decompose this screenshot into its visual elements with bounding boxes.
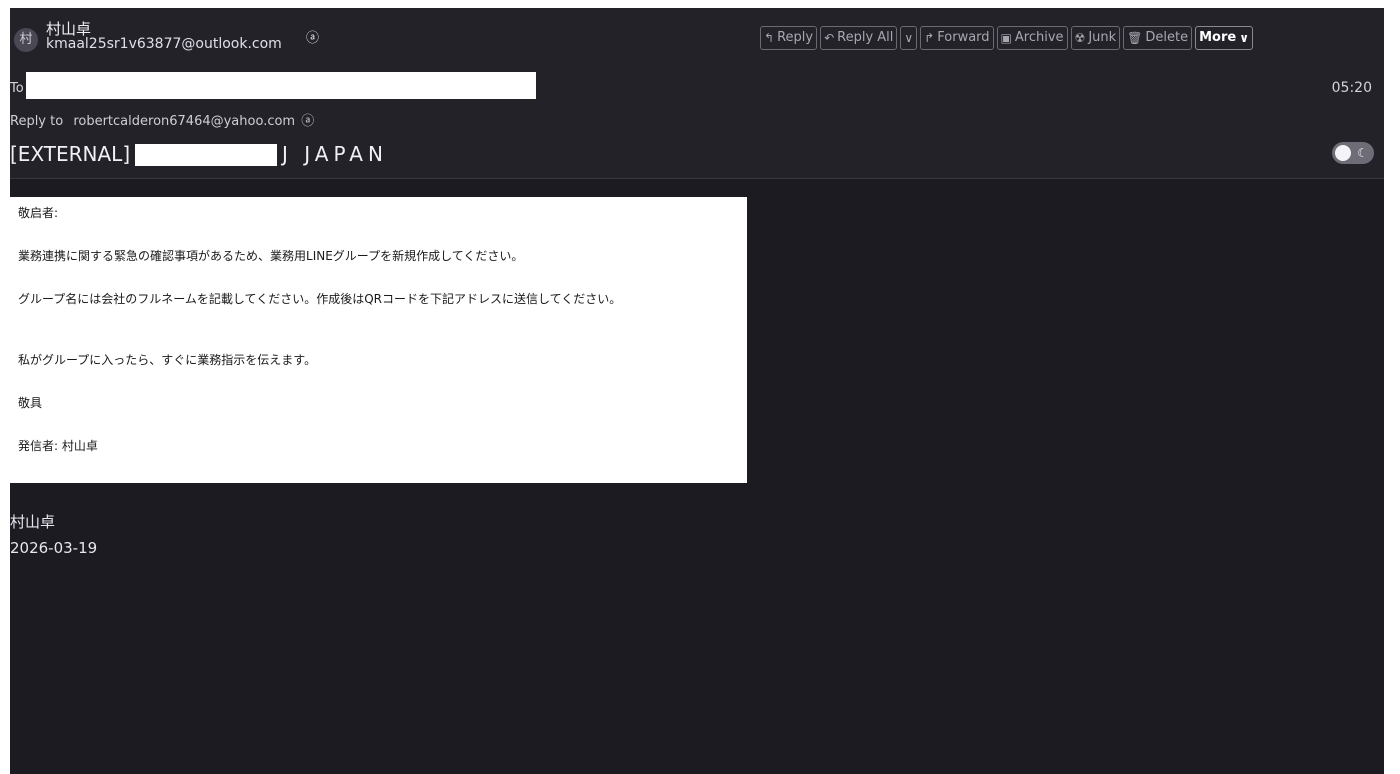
redacted-recipient (26, 72, 536, 99)
sender-avatar: 村 (14, 28, 38, 52)
sender-email[interactable]: kmaal25sr1v63877@outlook.com (46, 36, 282, 52)
subject-suffix: J JAPAN (282, 142, 388, 166)
forward-button[interactable]: ↱ Forward (920, 26, 994, 50)
body-paragraph-3: 私がグループに入ったら、すぐに業務指示を伝えます。 (18, 353, 317, 367)
moon-icon: ☾ (1357, 146, 1368, 160)
chevron-down-icon: ∨ (1239, 31, 1249, 45)
archive-icon: ▣ (1000, 31, 1012, 45)
dark-mode-toggle[interactable]: ☾ (1332, 142, 1374, 164)
add-contact-icon[interactable]: ⓐ (306, 32, 319, 46)
toggle-knob (1335, 145, 1351, 161)
signature-name: 村山卓 (10, 513, 56, 531)
delete-button[interactable]: 🗑 Delete (1123, 26, 1193, 50)
body-greeting: 敬启者: (18, 206, 59, 220)
reply-to-label: Reply to (10, 114, 64, 129)
junk-icon: ☢ (1074, 31, 1086, 45)
chevron-down-icon: ∨ (904, 31, 914, 45)
trash-icon: 🗑 (1127, 31, 1143, 45)
subject-prefix: [EXTERNAL] (10, 142, 131, 166)
forward-icon: ↱ (924, 31, 935, 45)
message-window: 村 村山卓 kmaal25sr1v63877@outlook.com ⓐ ↰ R… (10, 8, 1384, 774)
reply-to-row: Reply to robertcalderon67464@yahoo.com ⓐ (10, 110, 314, 129)
message-body: 敬启者: 業務連携に関する緊急の確認事項があるため、業務用LINEグループを新規… (10, 197, 747, 483)
to-label: To (10, 81, 24, 96)
add-contact-icon[interactable]: ⓐ (301, 114, 314, 129)
signature-date: 2026-03-19 (10, 539, 98, 557)
body-sender-line: 発信者: 村山卓 (18, 439, 98, 453)
body-paragraph-2: グループ名には会社のフルネームを記載してください。作成後はQRコードを下記アドレ… (18, 292, 622, 306)
redacted-subject (135, 144, 277, 166)
message-header: 村 村山卓 kmaal25sr1v63877@outlook.com ⓐ ↰ R… (10, 8, 1384, 178)
body-paragraph-1: 業務連携に関する緊急の確認事項があるため、業務用LINEグループを新規作成してく… (18, 249, 524, 263)
reply-icon: ↰ (764, 31, 775, 45)
junk-button[interactable]: ☢ Junk (1070, 26, 1121, 50)
reply-button[interactable]: ↰ Reply (760, 26, 818, 50)
archive-button[interactable]: ▣ Archive (996, 26, 1068, 50)
reply-to-email[interactable]: robertcalderon67464@yahoo.com (73, 114, 295, 129)
body-closing: 敬具 (18, 396, 43, 410)
header-divider (10, 178, 1384, 179)
message-toolbar: ↰ Reply ↶ Reply All ∨ ↱ Forward ▣ Archiv… (760, 26, 1253, 50)
more-button[interactable]: More ∨ (1195, 26, 1253, 50)
reply-all-button[interactable]: ↶ Reply All (820, 26, 898, 50)
reply-all-icon: ↶ (824, 31, 835, 45)
reply-dropdown-button[interactable]: ∨ (900, 26, 918, 50)
message-time: 05:20 (1331, 80, 1372, 96)
